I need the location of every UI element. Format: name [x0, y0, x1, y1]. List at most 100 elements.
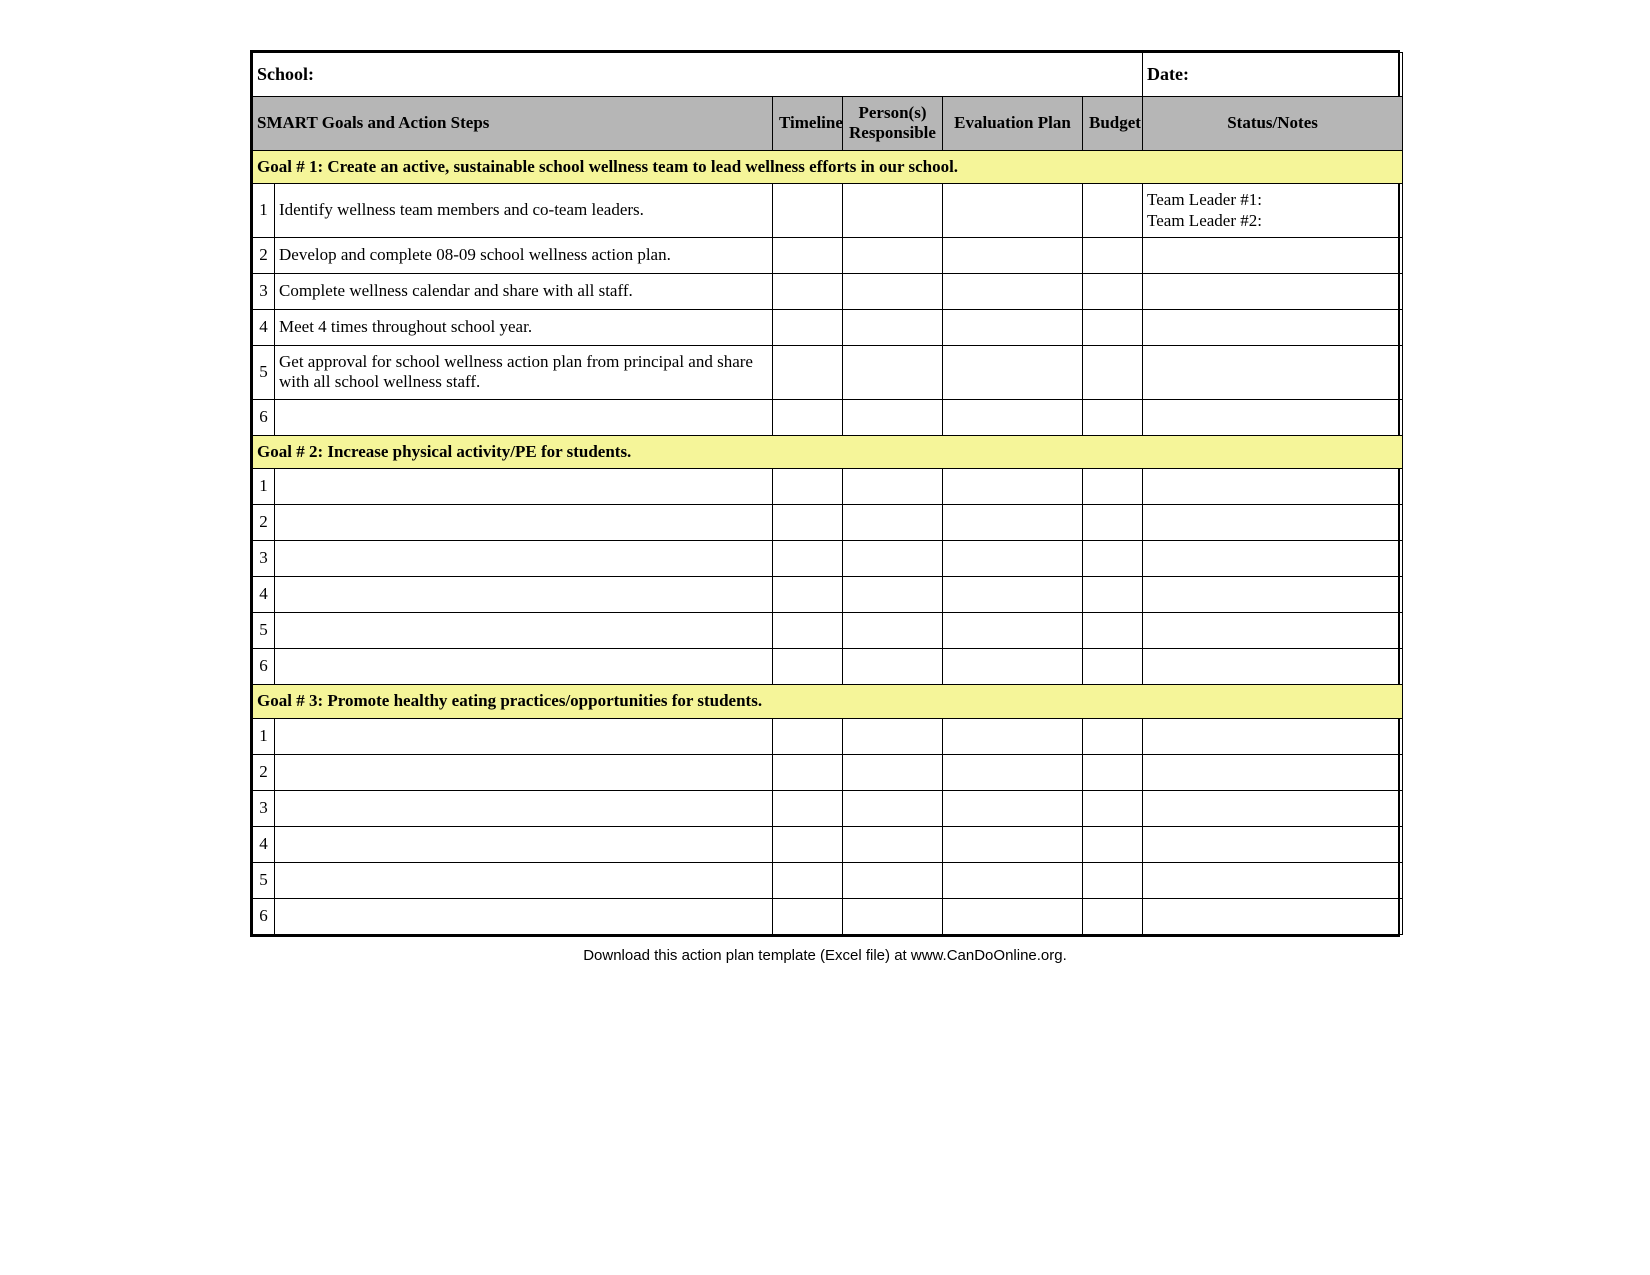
step-timeline [773, 898, 843, 934]
step-notes [1143, 862, 1403, 898]
step-timeline [773, 399, 843, 435]
step-evaluation [943, 399, 1083, 435]
step-evaluation [943, 613, 1083, 649]
goal-row: Goal # 3: Promote healthy eating practic… [253, 685, 1403, 718]
step-description [275, 826, 773, 862]
step-timeline [773, 649, 843, 685]
step-evaluation [943, 790, 1083, 826]
step-description [275, 613, 773, 649]
step-persons [843, 469, 943, 505]
step-description [275, 898, 773, 934]
goal-row: Goal # 1: Create an active, sustainable … [253, 150, 1403, 183]
step-description [275, 505, 773, 541]
table-row: 1 [253, 718, 1403, 754]
step-budget [1083, 345, 1143, 399]
col-evaluation: Evaluation Plan [943, 97, 1083, 151]
goal-row: Goal # 2: Increase physical activity/PE … [253, 435, 1403, 468]
step-budget [1083, 826, 1143, 862]
step-evaluation [943, 718, 1083, 754]
step-persons [843, 754, 943, 790]
step-evaluation [943, 826, 1083, 862]
step-timeline [773, 273, 843, 309]
table-row: 5 [253, 613, 1403, 649]
col-timeline: Timeline [773, 97, 843, 151]
table-row: 6 [253, 649, 1403, 685]
step-notes [1143, 649, 1403, 685]
step-persons [843, 345, 943, 399]
step-number: 1 [253, 718, 275, 754]
step-number: 2 [253, 505, 275, 541]
step-evaluation [943, 577, 1083, 613]
table-row: 2 [253, 754, 1403, 790]
step-timeline [773, 505, 843, 541]
notes-line: Team Leader #1: [1147, 190, 1396, 210]
step-evaluation [943, 345, 1083, 399]
step-notes [1143, 898, 1403, 934]
step-description [275, 649, 773, 685]
action-plan-sheet: School: Date: SMART Goals and Action Ste… [250, 50, 1400, 937]
step-description: Complete wellness calendar and share wit… [275, 273, 773, 309]
step-evaluation [943, 309, 1083, 345]
step-persons [843, 237, 943, 273]
step-notes [1143, 345, 1403, 399]
table-row: 5Get approval for school wellness action… [253, 345, 1403, 399]
step-description [275, 541, 773, 577]
step-persons [843, 541, 943, 577]
step-timeline [773, 309, 843, 345]
step-description [275, 790, 773, 826]
step-timeline [773, 541, 843, 577]
step-budget [1083, 862, 1143, 898]
step-notes [1143, 541, 1403, 577]
step-number: 1 [253, 469, 275, 505]
step-persons [843, 649, 943, 685]
goal-title: Goal # 3: Promote healthy eating practic… [253, 685, 1403, 718]
step-persons [843, 399, 943, 435]
goal-title: Goal # 2: Increase physical activity/PE … [253, 435, 1403, 468]
step-number: 5 [253, 345, 275, 399]
step-number: 4 [253, 309, 275, 345]
step-number: 3 [253, 273, 275, 309]
table-row: 1Identify wellness team members and co-t… [253, 184, 1403, 238]
step-evaluation [943, 505, 1083, 541]
step-timeline [773, 345, 843, 399]
step-budget [1083, 718, 1143, 754]
step-notes [1143, 577, 1403, 613]
step-timeline [773, 754, 843, 790]
step-timeline [773, 718, 843, 754]
col-budget: Budget [1083, 97, 1143, 151]
step-notes [1143, 237, 1403, 273]
step-description [275, 399, 773, 435]
step-evaluation [943, 184, 1083, 238]
step-budget [1083, 898, 1143, 934]
step-notes [1143, 790, 1403, 826]
step-description [275, 862, 773, 898]
step-notes [1143, 754, 1403, 790]
table-row: 3Complete wellness calendar and share wi… [253, 273, 1403, 309]
top-row: School: Date: [253, 53, 1403, 97]
step-persons [843, 273, 943, 309]
step-budget [1083, 469, 1143, 505]
table-row: 3 [253, 790, 1403, 826]
footer-text: Download this action plan template (Exce… [250, 947, 1400, 964]
step-persons [843, 862, 943, 898]
step-notes [1143, 826, 1403, 862]
step-description [275, 469, 773, 505]
step-evaluation [943, 541, 1083, 577]
step-budget [1083, 309, 1143, 345]
table-row: 2 [253, 505, 1403, 541]
step-timeline [773, 862, 843, 898]
step-persons [843, 898, 943, 934]
step-budget [1083, 505, 1143, 541]
step-description: Identify wellness team members and co-te… [275, 184, 773, 238]
step-persons [843, 826, 943, 862]
step-persons [843, 505, 943, 541]
step-persons [843, 309, 943, 345]
step-budget [1083, 237, 1143, 273]
step-notes: Team Leader #1:Team Leader #2: [1143, 184, 1403, 238]
table-row: 5 [253, 862, 1403, 898]
step-budget [1083, 790, 1143, 826]
step-budget [1083, 541, 1143, 577]
step-timeline [773, 790, 843, 826]
step-description: Develop and complete 08-09 school wellne… [275, 237, 773, 273]
col-goals: SMART Goals and Action Steps [253, 97, 773, 151]
